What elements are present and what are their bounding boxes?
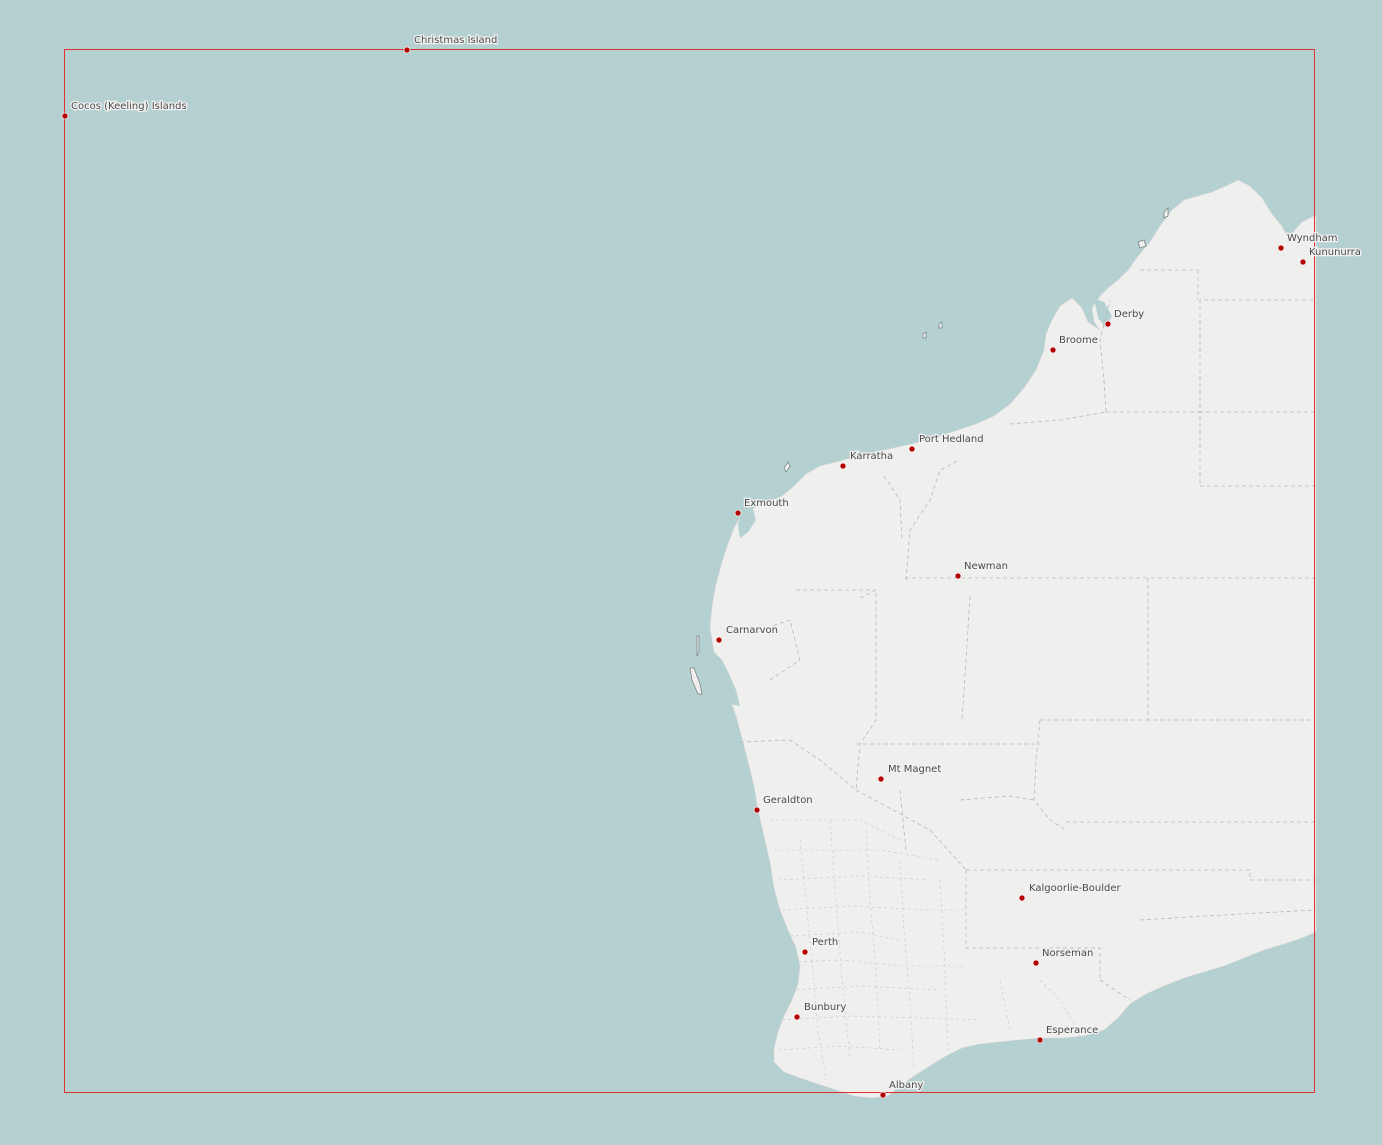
city-label-perth: Perth	[812, 937, 838, 948]
city-label-cocos-keeling-islands: Cocos (Keeling) Islands	[71, 101, 187, 112]
city-dot-perth[interactable]	[801, 948, 809, 956]
city-label-kalgoorlie-boulder: Kalgoorlie-Boulder	[1029, 883, 1122, 894]
city-dot-christmas-island[interactable]	[403, 46, 411, 54]
city-label-geraldton: Geraldton	[763, 795, 813, 806]
city-dot-exmouth[interactable]	[734, 509, 742, 517]
city-dot-norseman[interactable]	[1032, 959, 1040, 967]
city-label-kununurra: Kununurra	[1309, 247, 1361, 258]
city-dot-karratha[interactable]	[839, 462, 847, 470]
city-label-mt-magnet: Mt Magnet	[888, 764, 941, 775]
city-label-newman: Newman	[964, 561, 1008, 572]
city-dot-kalgoorlie-boulder[interactable]	[1018, 894, 1026, 902]
city-label-esperance: Esperance	[1046, 1025, 1098, 1036]
city-dot-esperance[interactable]	[1036, 1036, 1044, 1044]
city-dot-carnarvon[interactable]	[715, 636, 723, 644]
city-label-albany: Albany	[889, 1080, 923, 1091]
city-label-broome: Broome	[1059, 335, 1098, 346]
bernier-island	[696, 635, 700, 657]
city-label-norseman: Norseman	[1042, 948, 1093, 959]
city-label-port-hedland: Port Hedland	[919, 434, 984, 445]
city-label-wyndham: Wyndham	[1287, 233, 1338, 244]
city-dot-port-hedland[interactable]	[908, 445, 916, 453]
city-dot-cocos-keeling-islands[interactable]	[61, 112, 69, 120]
city-dot-kununurra[interactable]	[1299, 258, 1307, 266]
city-dot-wyndham[interactable]	[1277, 244, 1285, 252]
city-label-derby: Derby	[1114, 309, 1144, 320]
city-dot-mt-magnet[interactable]	[877, 775, 885, 783]
city-label-bunbury: Bunbury	[804, 1002, 846, 1013]
city-dot-geraldton[interactable]	[753, 806, 761, 814]
map-canvas[interactable]: Christmas Island Cocos (Keeling) Islands…	[0, 0, 1382, 1145]
city-label-carnarvon: Carnarvon	[726, 625, 778, 636]
city-dot-bunbury[interactable]	[793, 1013, 801, 1021]
city-label-christmas-island: Christmas Island	[414, 35, 497, 46]
city-dot-newman[interactable]	[954, 572, 962, 580]
city-dot-derby[interactable]	[1104, 320, 1112, 328]
city-label-exmouth: Exmouth	[744, 498, 789, 509]
city-dot-albany[interactable]	[879, 1091, 887, 1099]
city-label-karratha: Karratha	[850, 451, 893, 462]
city-dot-broome[interactable]	[1049, 346, 1057, 354]
